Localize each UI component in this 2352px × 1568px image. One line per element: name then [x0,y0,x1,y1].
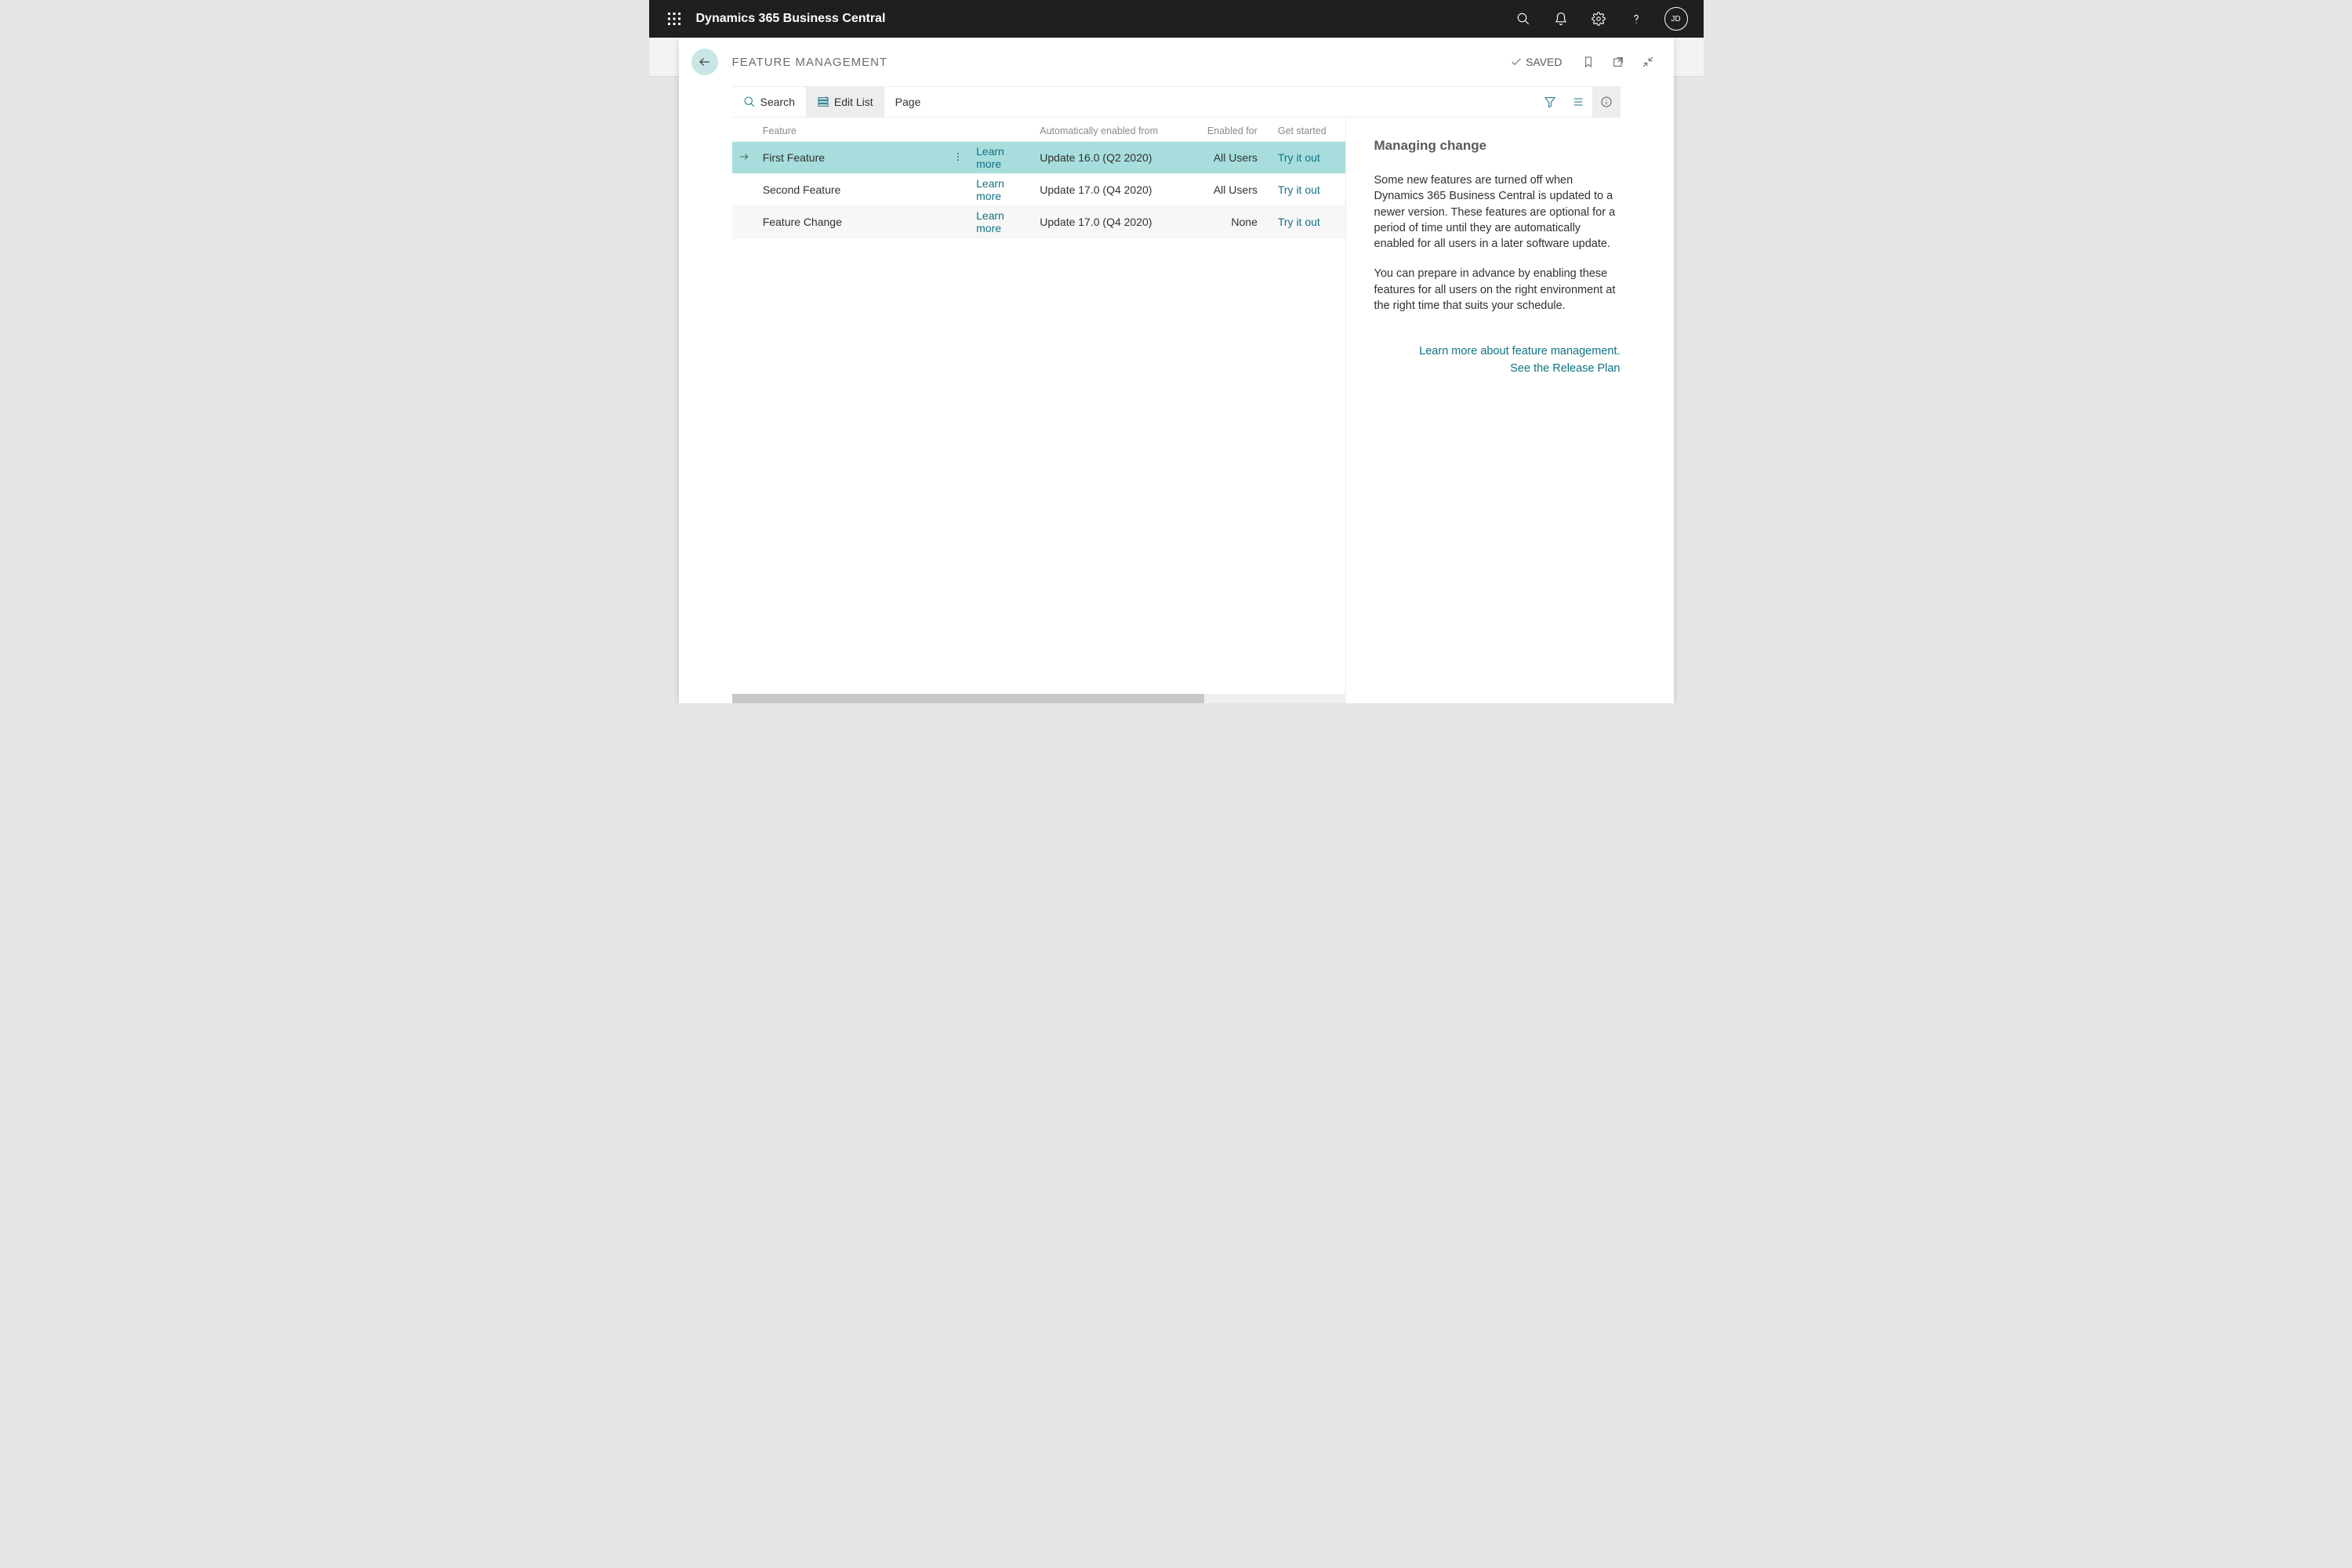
info-title: Managing change [1374,138,1621,154]
settings-button[interactable] [1580,0,1617,38]
feature-name[interactable]: First Feature [757,142,936,174]
col-auto-header[interactable]: Automatically enabled from [1033,118,1196,142]
enabled-for-value[interactable]: None [1196,206,1272,238]
try-it-out-link[interactable]: Try it out [1278,151,1320,164]
learn-more-link[interactable]: Learn more about feature management. [1374,345,1621,358]
info-paragraph-2: You can prepare in advance by enabling t… [1374,266,1621,314]
edit-list-label: Edit List [834,96,873,108]
learn-more-link[interactable]: Learn more [976,177,1004,202]
app-launcher-button[interactable] [655,0,693,38]
search-button[interactable] [1504,0,1542,38]
learn-more-link[interactable]: Learn more [976,209,1004,234]
search-icon [743,96,756,108]
search-action[interactable]: Search [732,87,806,117]
table-row[interactable]: First Feature Learn more Update 16.0 (Q2 2… [732,142,1345,174]
horizontal-scrollbar[interactable] [732,694,1345,703]
col-feature-header[interactable]: Feature [757,118,936,142]
info-paragraph-1: Some new features are turned off when Dy… [1374,172,1621,252]
feature-name[interactable]: Feature Change [757,206,936,238]
saved-status: SAVED [1510,56,1562,68]
saved-label: SAVED [1526,56,1562,68]
table-row[interactable]: Second Feature Learn more Update 17.0 (Q4 … [732,174,1345,206]
page-action[interactable]: Page [884,87,932,117]
list-icon [1572,96,1584,108]
page-modal: FEATURE MANAGEMENT SAVED [679,38,1674,703]
page-label: Page [895,96,921,108]
try-it-out-link[interactable]: Try it out [1278,216,1320,228]
list-toolbar: Search Edit List Page [732,86,1621,118]
try-it-out-link[interactable]: Try it out [1278,183,1320,196]
page-title-bar: FEATURE MANAGEMENT SAVED [679,38,1674,86]
info-pane-button[interactable] [1592,87,1621,117]
col-get-header[interactable]: Get started [1272,118,1345,142]
row-menu-button[interactable] [953,152,964,165]
info-icon [1600,96,1613,108]
user-avatar[interactable]: JD [1664,7,1688,31]
auto-enabled-value: Update 17.0 (Q4 2020) [1033,206,1196,238]
learn-more-link[interactable]: Learn more [976,145,1004,170]
col-enabled-header[interactable]: Enabled for [1196,118,1272,142]
open-new-window-button[interactable] [1605,49,1632,75]
enabled-for-value[interactable]: All Users [1196,142,1272,174]
page-title: FEATURE MANAGEMENT [732,56,888,69]
list-view-button[interactable] [1564,87,1592,117]
edit-list-icon [817,96,829,108]
auto-enabled-value: Update 16.0 (Q2 2020) [1033,142,1196,174]
bookmark-button[interactable] [1575,49,1602,75]
help-button[interactable] [1617,0,1655,38]
filter-icon [1544,96,1556,108]
release-plan-link[interactable]: See the Release Plan [1374,362,1621,375]
search-label: Search [760,96,795,108]
filter-button[interactable] [1536,87,1564,117]
back-button[interactable] [691,49,718,75]
feature-list-panel: Feature Automatically enabled from Enabl… [732,118,1346,703]
auto-enabled-value: Update 17.0 (Q4 2020) [1033,174,1196,206]
feature-table: Feature Automatically enabled from Enabl… [732,118,1345,238]
enabled-for-value[interactable]: All Users [1196,174,1272,206]
global-header: Dynamics 365 Business Central JD [649,0,1704,38]
info-panel: Managing change Some new features are tu… [1346,118,1621,703]
app-title: Dynamics 365 Business Central [696,12,886,26]
notifications-button[interactable] [1542,0,1580,38]
row-indicator-icon [739,152,750,165]
check-icon [1510,56,1523,68]
table-row[interactable]: Feature Change Learn more Update 17.0 (Q4 … [732,206,1345,238]
scrollbar-thumb[interactable] [732,694,1204,703]
edit-list-action[interactable]: Edit List [806,87,884,117]
feature-name[interactable]: Second Feature [757,174,936,206]
collapse-button[interactable] [1635,49,1661,75]
